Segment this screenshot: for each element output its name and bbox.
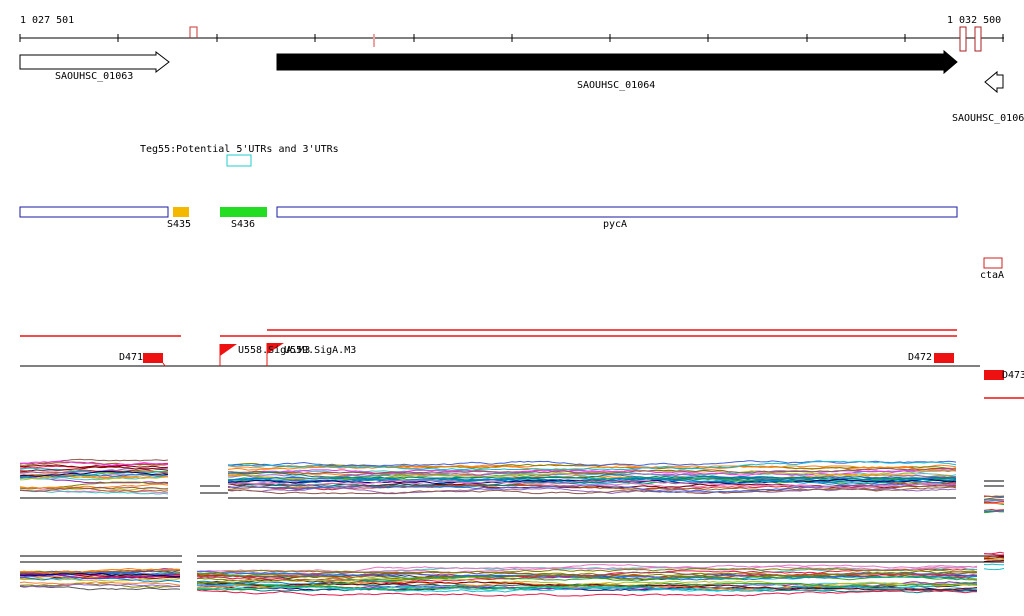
segment-label-s436: S436: [231, 219, 255, 230]
promoter-label-d472: D472: [908, 352, 932, 363]
segment-s435-box[interactable]: [173, 207, 189, 217]
gene-label-saouhsc-01064: SAOUHSC_01064: [577, 80, 655, 91]
coord-start-label: 1 027 501: [20, 15, 74, 26]
segment-pyca-box[interactable]: [277, 207, 957, 217]
promoter-label-u559: U559.SigA.M3: [284, 345, 356, 356]
segment-track: [20, 207, 1002, 268]
expression-trace: [984, 558, 1004, 559]
gene-arrow-saouhsc-01065[interactable]: [985, 72, 1003, 92]
promoter-label-d473: D473: [1002, 370, 1024, 381]
expression-trace: [984, 502, 1004, 503]
coord-end-label: 1 032 500: [947, 15, 1001, 26]
promoter-track: [20, 330, 1024, 398]
segment-left-box[interactable]: [20, 207, 168, 217]
expression-trace: [984, 564, 1004, 565]
d472-box[interactable]: [934, 353, 954, 363]
teg55-label: Teg55:Potential 5'UTRs and 3'UTRs: [140, 144, 339, 155]
segment-s436-box[interactable]: [220, 207, 267, 217]
gene-label-saouhsc-01065: SAOUHSC_0106: [952, 113, 1024, 124]
gene-arrow-saouhsc-01063[interactable]: [20, 52, 169, 72]
promoter-label-d471: D471: [119, 352, 143, 363]
gene-arrow-saouhsc-01064[interactable]: [277, 51, 957, 73]
d473-box[interactable]: [984, 370, 1004, 380]
gene-track: [20, 51, 1003, 92]
segment-label-s435: S435: [167, 219, 191, 230]
expression-track-upper: [20, 459, 1004, 512]
gene-label-saouhsc-01063: SAOUHSC_01063: [55, 71, 133, 82]
segment-label-ctaa: ctaA: [980, 270, 1004, 281]
coordinate-ruler: [20, 27, 1004, 51]
u558-flag[interactable]: [220, 344, 237, 356]
expression-track-lower: [20, 552, 1004, 596]
genome-track-canvas: [0, 0, 1024, 611]
expression-trace: [984, 552, 1004, 554]
d471-box[interactable]: [143, 353, 163, 363]
expression-trace: [984, 569, 1004, 570]
genome-browser-view: 1 027 501 1 032 500 SAOUHSC_01063 SAOUHS…: [0, 0, 1024, 611]
segment-ctaa-box[interactable]: [984, 258, 1002, 268]
teg55-box[interactable]: [227, 155, 251, 166]
expression-trace: [984, 560, 1004, 561]
segment-label-pyca: pycA: [603, 219, 627, 230]
